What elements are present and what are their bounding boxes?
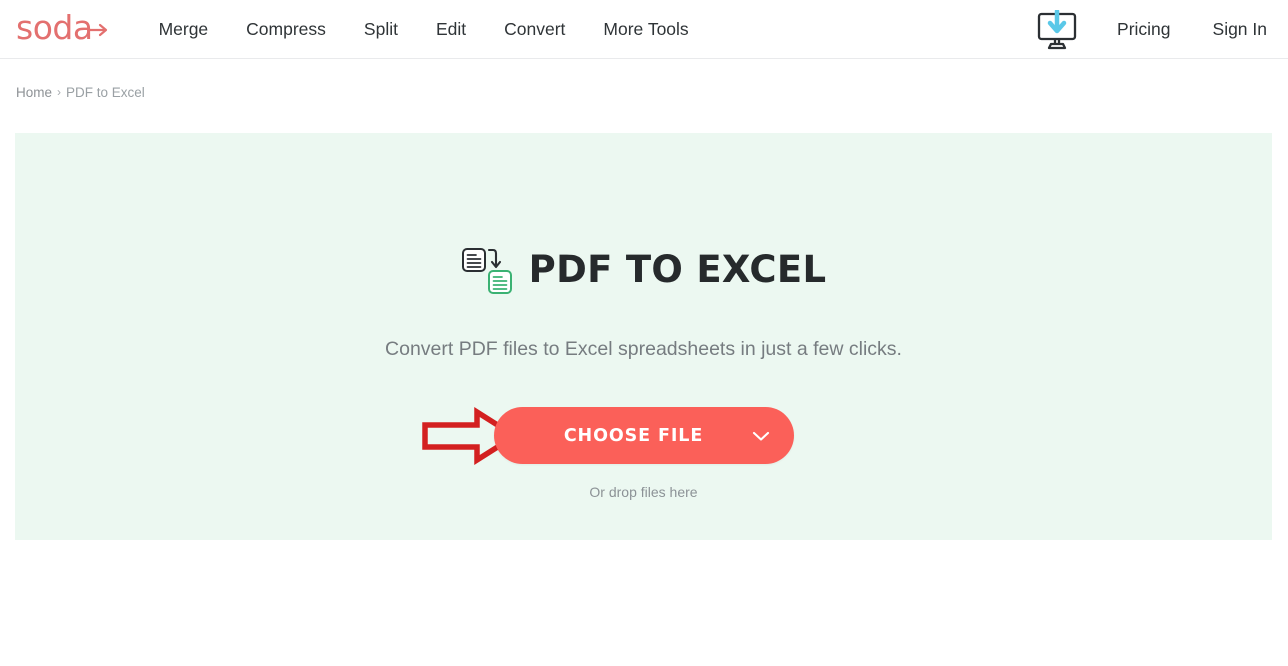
- logo-text: soda: [16, 7, 93, 47]
- title-row: PDF TO EXCEL: [461, 226, 827, 313]
- header-right-group: Pricing Sign In: [1032, 0, 1288, 59]
- cta-row: CHOOSE FILE: [15, 406, 1272, 465]
- logo[interactable]: soda: [16, 9, 110, 49]
- breadcrumb-home[interactable]: Home: [16, 85, 52, 100]
- choose-file-button[interactable]: CHOOSE FILE: [493, 407, 794, 465]
- nav-item-convert[interactable]: Convert: [485, 0, 584, 59]
- breadcrumb-separator: ›: [57, 85, 62, 99]
- signin-link[interactable]: Sign In: [1192, 0, 1288, 59]
- nav-item-more-tools[interactable]: More Tools: [584, 0, 707, 59]
- main-nav: Merge Compress Split Edit Convert More T…: [140, 0, 708, 59]
- arrow-right-icon: [86, 22, 110, 43]
- pricing-link[interactable]: Pricing: [1096, 0, 1192, 59]
- nav-item-merge[interactable]: Merge: [140, 0, 228, 59]
- nav-item-compress[interactable]: Compress: [227, 0, 345, 59]
- upload-panel: PDF TO EXCEL Convert PDF files to Excel …: [15, 133, 1272, 540]
- breadcrumb-current: PDF to Excel: [66, 84, 145, 100]
- nav-item-edit[interactable]: Edit: [417, 0, 485, 59]
- desktop-download-icon[interactable]: [1032, 8, 1082, 52]
- nav-item-split[interactable]: Split: [345, 0, 417, 59]
- site-header: soda Merge Compress Split Edit Convert M…: [0, 0, 1288, 59]
- pdf-to-excel-convert-icon: [461, 246, 515, 296]
- breadcrumb: Home › PDF to Excel: [0, 59, 1288, 100]
- drop-files-hint: Or drop files here: [589, 484, 698, 501]
- page-subtitle: Convert PDF files to Excel spreadsheets …: [385, 337, 902, 360]
- chevron-down-icon[interactable]: [752, 430, 770, 442]
- page-title: PDF TO EXCEL: [528, 247, 827, 291]
- choose-file-label: CHOOSE FILE: [563, 425, 704, 446]
